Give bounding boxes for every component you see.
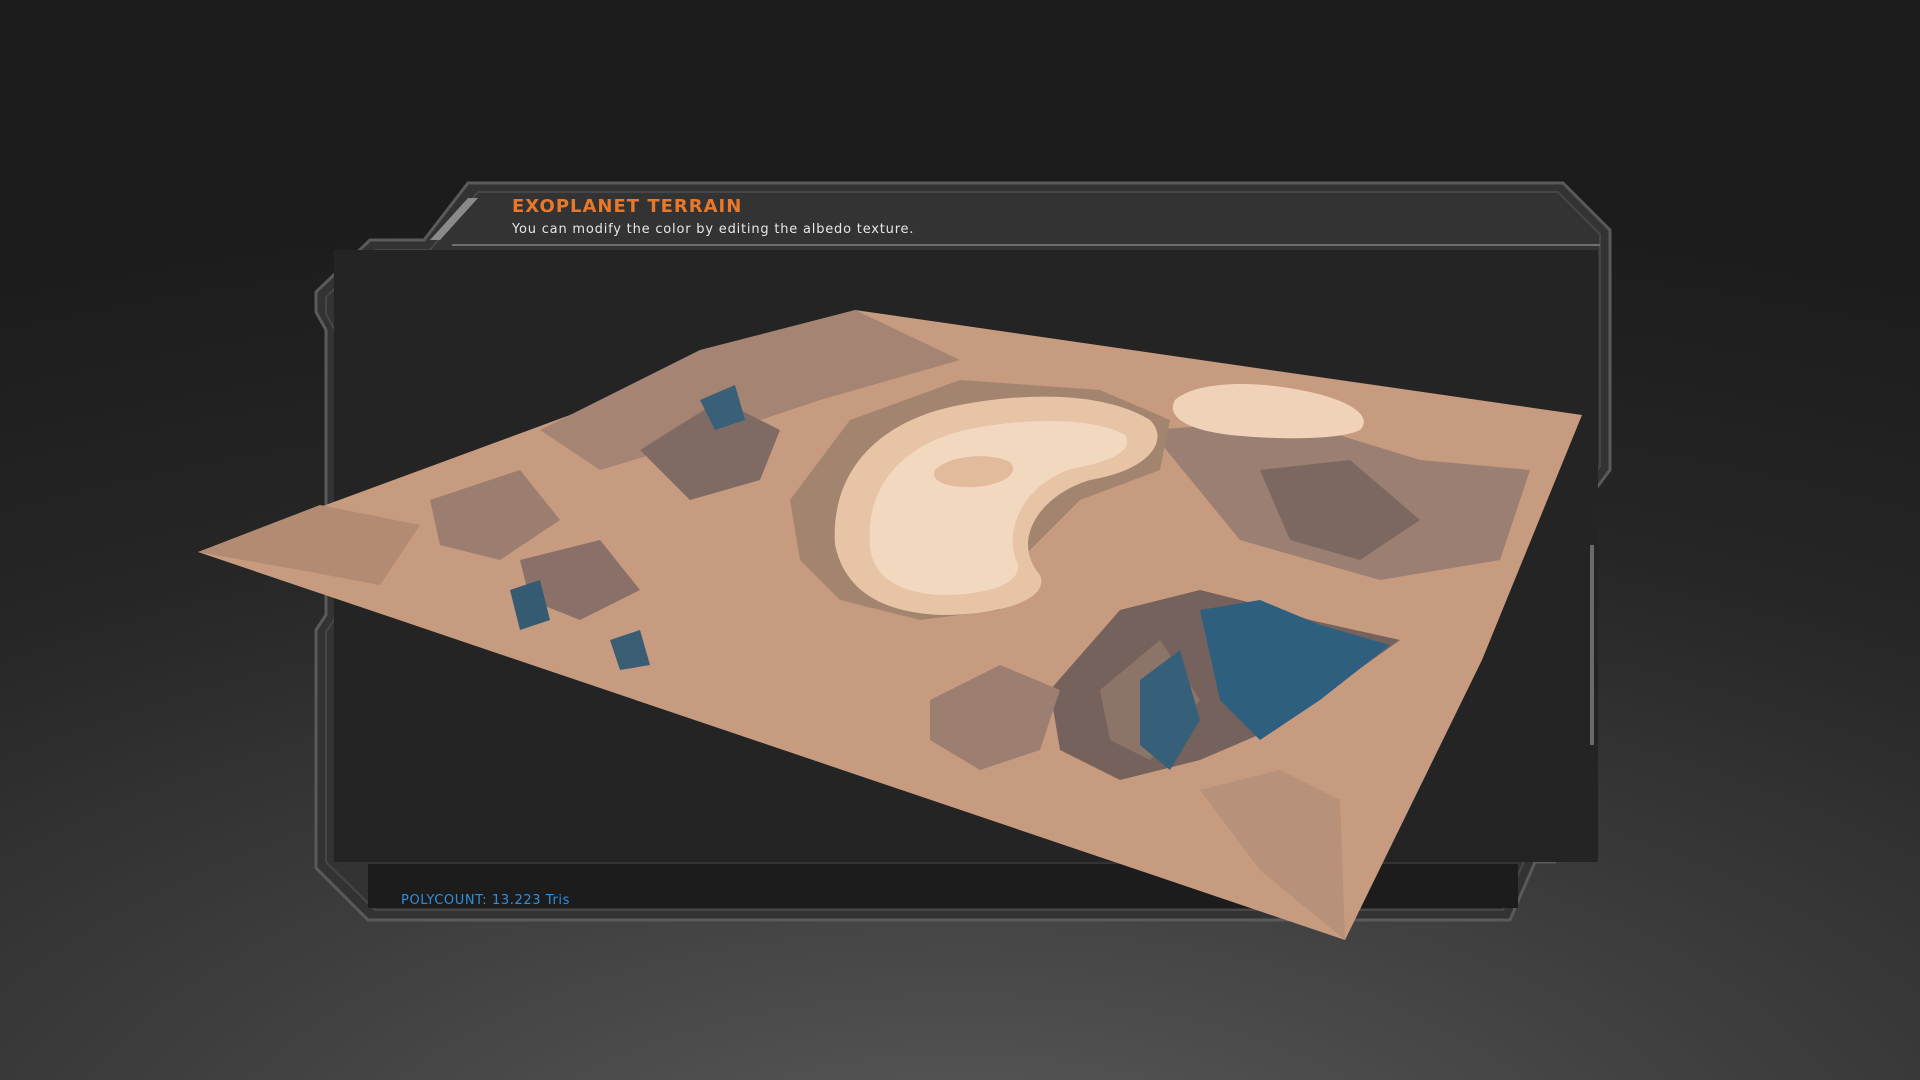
hud-frame-side-accent <box>1590 545 1594 745</box>
polycount-label: POLYCOUNT: 13.223 Tris <box>401 893 570 908</box>
panel-title: EXOPLANET TERRAIN <box>512 196 743 217</box>
hud-frame-graphic <box>198 181 1612 940</box>
viewport: EXOPLANET TERRAIN You can modify the col… <box>0 0 1920 1080</box>
panel-subtitle: You can modify the color by editing the … <box>512 222 915 237</box>
